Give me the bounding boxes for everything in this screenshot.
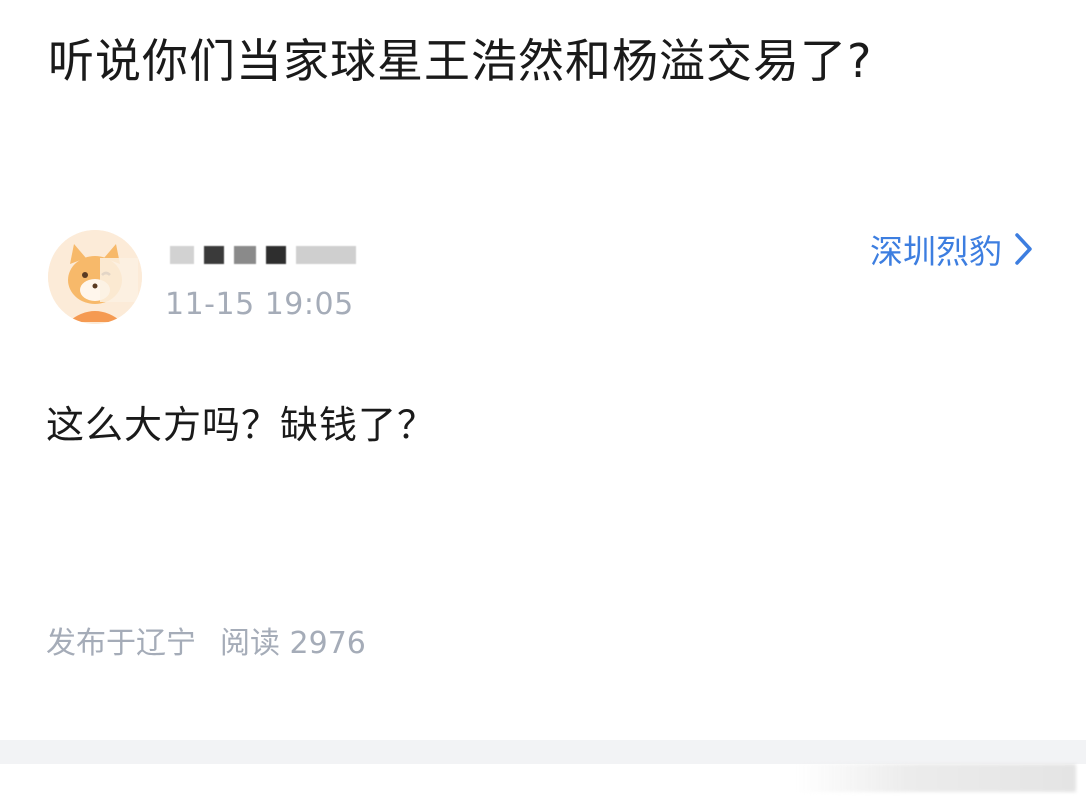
- watermark: [796, 764, 1076, 792]
- post-location: 发布于辽宁: [46, 626, 196, 661]
- username-redacted[interactable]: [170, 244, 356, 266]
- avatar[interactable]: [48, 230, 142, 324]
- section-divider: [0, 740, 1086, 764]
- team-name: 深圳烈豹: [870, 232, 1002, 271]
- comment-body: 这么大方吗？缺钱了？: [46, 403, 437, 447]
- post-timestamp: 11-15 19:05: [165, 287, 354, 322]
- fox-avatar-icon: [48, 230, 142, 324]
- team-link[interactable]: 深圳烈豹: [870, 225, 1034, 273]
- chevron-right-icon: [1015, 233, 1032, 265]
- post-meta: 发布于辽宁 阅读 2976: [46, 618, 366, 662]
- post-title: 听说你们当家球星王浩然和杨溢交易了?: [48, 34, 873, 88]
- read-count: 阅读 2976: [220, 626, 366, 661]
